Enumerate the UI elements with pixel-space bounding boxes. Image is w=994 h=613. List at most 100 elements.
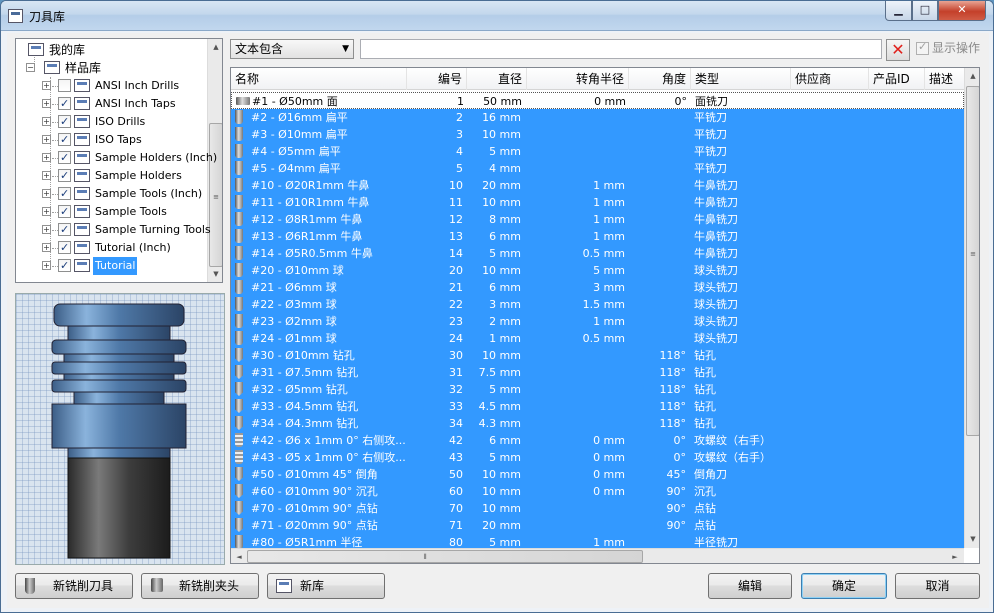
table-row[interactable]: #5 - Ø4mm 扁平 5 4 mm 平铣刀: [231, 160, 964, 177]
table-row[interactable]: #21 - Ø6mm 球 21 6 mm 3 mm 球头铣刀: [231, 279, 964, 296]
new-library-button[interactable]: 新库: [267, 573, 385, 599]
filter-mode-select[interactable]: 文本包含 ▼: [230, 39, 354, 59]
table-row[interactable]: #3 - Ø10mm 扁平 3 10 mm 平铣刀: [231, 126, 964, 143]
expand-icon[interactable]: +: [42, 189, 51, 198]
table-row[interactable]: #13 - Ø6R1mm 牛鼻 13 6 mm 1 mm 牛鼻铣刀: [231, 228, 964, 245]
column-header[interactable]: 类型: [691, 68, 791, 90]
expand-icon[interactable]: +: [42, 135, 51, 144]
tree-node[interactable]: + ISO Drills: [16, 113, 206, 131]
table-row[interactable]: #50 - Ø10mm 45° 倒角 50 10 mm 0 mm 45° 倒角刀: [231, 466, 964, 483]
table-row[interactable]: #30 - Ø10mm 钻孔 30 10 mm 118° 钻孔: [231, 347, 964, 364]
search-input[interactable]: [360, 39, 882, 59]
column-header[interactable]: 转角半径: [527, 68, 629, 90]
expand-icon[interactable]: +: [42, 243, 51, 252]
tree-node[interactable]: + ANSI Inch Taps: [16, 95, 206, 113]
table-row[interactable]: #10 - Ø20R1mm 牛鼻 10 20 mm 1 mm 牛鼻铣刀: [231, 177, 964, 194]
column-header[interactable]: 直径: [467, 68, 527, 90]
scroll-down-icon[interactable]: ▼: [208, 266, 222, 282]
tool-name: #34 - Ø4.3mm 钻孔: [251, 417, 359, 430]
column-header[interactable]: 描述: [925, 68, 965, 90]
table-row[interactable]: #1 - Ø50mm 面 1 50 mm 0 mm 0° 面铣刀: [231, 92, 964, 109]
library-checkbox[interactable]: [58, 79, 71, 92]
scroll-up-icon[interactable]: ▲: [965, 68, 979, 84]
expand-icon[interactable]: +: [42, 81, 51, 90]
tree-node[interactable]: 我的库: [16, 41, 206, 59]
table-row[interactable]: #34 - Ø4.3mm 钻孔 34 4.3 mm 118° 钻孔: [231, 415, 964, 432]
tool-name: #13 - Ø6R1mm 牛鼻: [251, 230, 363, 243]
tool-name: #43 - Ø5 x 1mm 0° 右侧攻...: [251, 451, 406, 464]
library-checkbox[interactable]: [58, 149, 71, 167]
table-row[interactable]: #14 - Ø5R0.5mm 牛鼻 14 5 mm 0.5 mm 牛鼻铣刀: [231, 245, 964, 262]
table-row[interactable]: #42 - Ø6 x 1mm 0° 右侧攻... 42 6 mm 0 mm 0° 攻螺纹（…: [231, 432, 964, 449]
tree-node[interactable]: + Tutorial: [16, 257, 206, 275]
table-row[interactable]: #71 - Ø20mm 90° 点钻 71 20 mm 90° 点钻: [231, 517, 964, 534]
library-checkbox[interactable]: [58, 167, 71, 185]
tree-node[interactable]: − 样品库: [16, 59, 206, 77]
new-milling-tool-button[interactable]: 新铣削刀具: [15, 573, 133, 599]
library-checkbox[interactable]: [58, 257, 71, 275]
expand-icon[interactable]: +: [42, 99, 51, 108]
tree-node[interactable]: + Tutorial (Inch): [16, 239, 206, 257]
library-checkbox[interactable]: [58, 221, 71, 239]
tree-node[interactable]: + ISO Taps: [16, 131, 206, 149]
collapse-icon[interactable]: −: [26, 63, 35, 72]
column-header[interactable]: 供应商: [791, 68, 869, 90]
library-checkbox[interactable]: [58, 113, 71, 131]
library-checkbox[interactable]: [58, 131, 71, 149]
expand-icon[interactable]: +: [42, 225, 51, 234]
table-row[interactable]: #33 - Ø4.5mm 钻孔 33 4.5 mm 118° 钻孔: [231, 398, 964, 415]
column-header[interactable]: 名称: [231, 68, 407, 90]
table-row[interactable]: #60 - Ø10mm 90° 沉孔 60 10 mm 0 mm 90° 沉孔: [231, 483, 964, 500]
table-row[interactable]: #31 - Ø7.5mm 钻孔 31 7.5 mm 118° 钻孔: [231, 364, 964, 381]
library-checkbox[interactable]: [58, 203, 71, 221]
tree-node[interactable]: + Sample Turning Tools: [16, 221, 211, 239]
ok-button[interactable]: 确定: [801, 573, 887, 599]
table-row[interactable]: #23 - Ø2mm 球 23 2 mm 1 mm 球头铣刀: [231, 313, 964, 330]
table-row[interactable]: #24 - Ø1mm 球 24 1 mm 0.5 mm 球头铣刀: [231, 330, 964, 347]
tree-node[interactable]: + Sample Tools (Inch): [16, 185, 206, 203]
close-button[interactable]: ✕: [938, 1, 986, 21]
library-checkbox[interactable]: [58, 185, 71, 203]
scroll-right-icon[interactable]: ►: [947, 549, 963, 563]
tree-node[interactable]: + ANSI Inch Drills: [16, 77, 206, 95]
table-row[interactable]: #20 - Ø10mm 球 20 10 mm 5 mm 球头铣刀: [231, 262, 964, 279]
scroll-up-icon[interactable]: ▲: [208, 39, 222, 55]
table-row[interactable]: #12 - Ø8R1mm 牛鼻 12 8 mm 1 mm 牛鼻铣刀: [231, 211, 964, 228]
maximize-button[interactable]: □: [912, 1, 938, 21]
new-library-label: 新库: [300, 579, 325, 593]
column-header[interactable]: 编号: [407, 68, 467, 90]
grid-vertical-scrollbar[interactable]: ▲ ≡ ▼: [964, 68, 979, 548]
library-checkbox[interactable]: [58, 95, 71, 113]
column-header[interactable]: 产品ID: [869, 68, 925, 90]
table-row[interactable]: #32 - Ø5mm 钻孔 32 5 mm 118° 钻孔: [231, 381, 964, 398]
new-milling-holder-button[interactable]: 新铣削夹头: [141, 573, 259, 599]
table-row[interactable]: #11 - Ø10R1mm 牛鼻 11 10 mm 1 mm 牛鼻铣刀: [231, 194, 964, 211]
cancel-button[interactable]: 取消: [895, 573, 980, 599]
grid-hscroll-thumb[interactable]: [247, 550, 643, 563]
minimize-button[interactable]: ▁: [885, 1, 912, 21]
filter-mode-value: 文本包含: [235, 42, 284, 56]
show-ops-checkbox[interactable]: 显示操作: [916, 40, 980, 57]
expand-icon[interactable]: +: [42, 207, 51, 216]
library-checkbox[interactable]: [58, 239, 71, 257]
table-row[interactable]: #43 - Ø5 x 1mm 0° 右侧攻... 43 5 mm 0 mm 0° 攻螺纹（…: [231, 449, 964, 466]
clear-filter-button[interactable]: ✕: [886, 39, 910, 61]
table-row[interactable]: #22 - Ø3mm 球 22 3 mm 1.5 mm 球头铣刀: [231, 296, 964, 313]
tree-node[interactable]: + Sample Holders: [16, 167, 206, 185]
column-header[interactable]: 角度: [629, 68, 691, 90]
tree-node[interactable]: + Sample Holders (Inch): [16, 149, 217, 167]
scroll-left-icon[interactable]: ◄: [231, 549, 247, 563]
grid-horizontal-scrollbar[interactable]: ◄ ⦀ ►: [231, 548, 964, 563]
expand-icon[interactable]: +: [42, 171, 51, 180]
edit-button[interactable]: 编辑: [708, 573, 792, 599]
table-row[interactable]: #70 - Ø10mm 90° 点钻 70 10 mm 90° 点钻: [231, 500, 964, 517]
expand-icon[interactable]: +: [42, 117, 51, 126]
table-row[interactable]: #4 - Ø5mm 扁平 4 5 mm 平铣刀: [231, 143, 964, 160]
corner-radius: 3 mm: [593, 281, 625, 294]
expand-icon[interactable]: +: [42, 261, 51, 270]
table-row[interactable]: #2 - Ø16mm 扁平 2 16 mm 平铣刀: [231, 109, 964, 126]
expand-icon[interactable]: +: [42, 153, 51, 162]
folder-icon: [74, 241, 90, 254]
scroll-down-icon[interactable]: ▼: [965, 531, 979, 547]
tree-node[interactable]: + Sample Tools: [16, 203, 206, 221]
